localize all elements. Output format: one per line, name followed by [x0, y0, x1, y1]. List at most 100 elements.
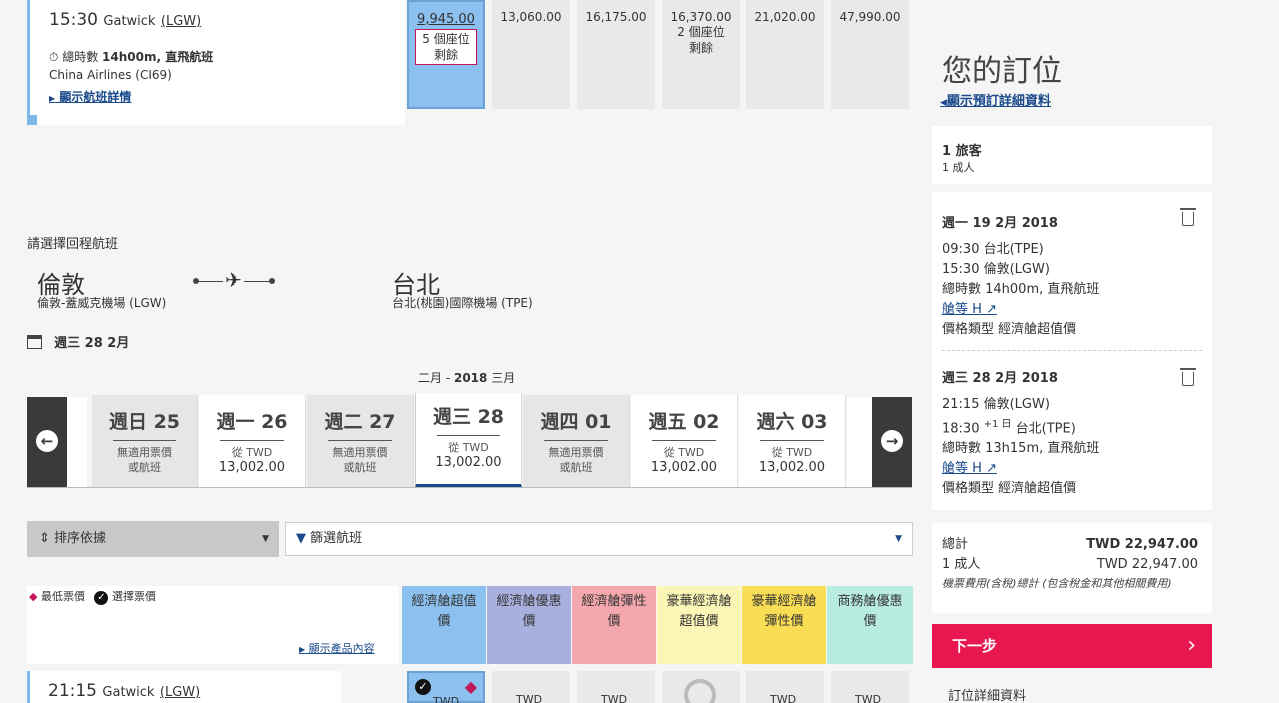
return-fare-cell-6[interactable]: TWD — [831, 671, 909, 703]
leg2-fare-type: 價格類型 經濟艙超值價 — [942, 481, 1077, 497]
fare-column-economy-flex: 經濟艙彈性價 — [572, 586, 656, 664]
passenger-summary: 1 旅客 1 成人 — [932, 126, 1212, 184]
return-depart-code: (LGW) — [159, 685, 201, 700]
leg1-fare-type: 價格類型 經濟艙超值價 — [942, 322, 1077, 337]
return-depart-time: 21:15 — [48, 681, 97, 701]
sort-icon: ⇕ — [39, 531, 50, 546]
outbound-duration-label: 總時數 — [62, 50, 99, 64]
outbound-arrive-airport: Gatwick — [103, 14, 156, 29]
date-tab-sat-03[interactable]: 週六 03 從 TWD 13,002.00 — [739, 395, 846, 487]
booking-title: 您的訂位 — [942, 54, 1062, 89]
date-tab-sun-25[interactable]: 週日 25 無適用票價 或航班 — [92, 395, 198, 487]
show-flight-details-link[interactable]: ▶ 顯示航班詳情 — [49, 88, 131, 105]
outbound-flight-card: 15:30 Gatwick (LGW) ⏱ 總時數 14h00m, 直飛航班 C… — [27, 0, 405, 125]
tag-icon: ◆ — [464, 677, 477, 696]
fare-price: 16,175.00 — [585, 10, 647, 24]
outbound-fare-cell-5[interactable]: 21,020.00 — [746, 0, 824, 109]
leg1-arrive: 15:30 倫敦(LGW) — [942, 262, 1050, 277]
leg2-depart: 21:15 倫敦(LGW) — [942, 397, 1050, 412]
sort-dropdown[interactable]: ⇕ 排序依據 ▼ — [27, 521, 279, 557]
arrow-left-icon: ← — [36, 430, 58, 452]
unavailable-icon — [684, 679, 716, 703]
tag-icon: ◆ — [29, 590, 38, 603]
outbound-fare-cell-2[interactable]: 13,060.00 — [492, 0, 570, 109]
leg1-duration: 總時數 14h00m, 直飛航班 — [942, 282, 1100, 297]
return-depart-row: 21:15 Gatwick (LGW) — [48, 681, 200, 701]
outbound-arrive-row: 15:30 Gatwick (LGW) — [49, 10, 201, 30]
outbound-duration-row: ⏱ 總時數 14h00m, 直飛航班 — [49, 48, 213, 65]
external-link-icon: ↗ — [986, 302, 997, 317]
outbound-fare-cell-6[interactable]: 47,990.00 — [831, 0, 909, 109]
check-circle-icon: ✓ — [415, 679, 431, 695]
return-flight-card[interactable]: 21:15 Gatwick (LGW) — [27, 671, 341, 703]
outbound-fare-cell-4[interactable]: 16,370.00 2 個座位剩餘 — [662, 0, 740, 109]
return-fare-cell-3[interactable]: TWD — [577, 671, 655, 703]
leg-divider — [942, 350, 1202, 351]
trash-icon[interactable] — [1180, 208, 1196, 226]
arrow-right-icon: → — [881, 430, 903, 452]
external-link-icon: ↗ — [986, 461, 997, 477]
fare-price: 13,060.00 — [500, 10, 562, 24]
return-date: 週三 28 2月 — [54, 336, 130, 351]
show-product-details-link[interactable]: ▶ 顯示產品內容 — [299, 640, 375, 656]
date-tab-mon-26[interactable]: 週一 26 從 TWD 13,002.00 — [199, 395, 306, 487]
month-range: 二月 - 2018 三月 — [418, 371, 516, 385]
filter-dropdown[interactable]: ▼ 篩選航班 ▼ — [285, 522, 913, 556]
carousel-divider — [27, 487, 912, 488]
leg2-date: 週三 28 2月 2018 — [942, 371, 1058, 386]
leg1-cabin-link[interactable]: 艙等 H ↗ — [942, 300, 1202, 320]
fare-price: 21,020.00 — [754, 10, 816, 24]
carousel-edge-right — [847, 397, 872, 487]
leg2-arrive: 18:30 +1 日 台北(TPE) — [942, 419, 1076, 437]
return-fare-cell-1[interactable]: ✓ ◆ TWD — [407, 671, 485, 703]
chevron-right-icon: › — [1187, 633, 1196, 658]
outbound-fare-cell-3[interactable]: 16,175.00 — [577, 0, 655, 109]
carousel-edge-left — [67, 397, 87, 487]
fare-column-premium-saver: 豪華經濟艙 超值價 — [657, 586, 741, 664]
next-step-button[interactable]: 下一步 › — [932, 624, 1212, 668]
seats-left-note: 2 個座位剩餘 — [677, 25, 725, 55]
outbound-airline: China Airlines (CI69) — [49, 68, 172, 82]
fare-column-economy-discount: 經濟艙優惠價 — [487, 586, 571, 664]
leg2-cabin-link[interactable]: 艙等 H ↗ — [942, 459, 1202, 479]
outbound-duration: 14h00m, 直飛航班 — [102, 50, 214, 64]
outbound-arrive-code: (LGW) — [160, 14, 202, 29]
carousel-next-button[interactable]: → — [872, 397, 912, 487]
total-label: 總計 — [942, 537, 969, 552]
fare-column-business-discount: 商務艙優惠價 — [827, 586, 913, 664]
fare-column-economy-saver: 經濟艙超值價 — [402, 586, 486, 664]
chevron-down-icon: ▼ — [895, 534, 902, 544]
adult-value: TWD 22,947.00 — [1096, 557, 1198, 572]
caret-left-icon: ◀ — [940, 98, 947, 108]
legend-row: ◆ 最低票價 ✓ 選擇票價 — [29, 590, 156, 605]
trash-icon[interactable] — [1180, 368, 1196, 386]
show-booking-details-link[interactable]: ◀顯示預訂詳細資料 — [940, 90, 1051, 109]
card-accent-bar — [27, 0, 35, 118]
return-fare-cell-4-unavailable — [662, 671, 740, 703]
airplane-icon: ✈ — [223, 268, 244, 292]
caret-right-icon: ▶ — [299, 645, 306, 654]
outbound-arrive-time: 15:30 — [49, 10, 98, 30]
fare-price: 16,370.00 — [670, 10, 732, 24]
adult-label: 1 成人 — [942, 557, 981, 572]
return-date-row: 週三 28 2月 — [27, 332, 129, 351]
date-tab-fri-02[interactable]: 週五 02 從 TWD 13,002.00 — [631, 395, 738, 487]
fare-column-premium-flex: 豪華經濟艙 彈性價 — [742, 586, 826, 664]
carousel-prev-button[interactable]: ← — [27, 397, 67, 487]
leg2-duration: 總時數 13h15m, 直飛航班 — [942, 441, 1100, 457]
tax-note: 機票費用(含稅)總計 (包含稅金和其他相關費用) — [942, 577, 1172, 590]
leg1-date: 週一 19 2月 2018 — [942, 216, 1058, 231]
chevron-down-icon: ▼ — [262, 534, 269, 544]
date-tab-wed-28-selected[interactable]: 週三 28 從 TWD 13,002.00 — [415, 393, 522, 488]
calendar-icon — [27, 335, 42, 349]
filter-icon: ▼ — [296, 531, 306, 546]
date-tab-tue-27[interactable]: 週二 27 無適用票價 或航班 — [307, 395, 414, 487]
total-summary: 總計 TWD 22,947.00 1 成人 TWD 22,947.00 機票費用… — [932, 523, 1212, 613]
outbound-fare-cell-1[interactable]: 9,945.00 5 個座位剩餘 — [407, 0, 485, 109]
itinerary-summary: 週一 19 2月 2018 09:30 台北(TPE) 15:30 倫敦(LGW… — [932, 192, 1212, 510]
stopwatch-icon: ⏱ — [49, 50, 59, 64]
leg1-depart: 09:30 台北(TPE) — [942, 242, 1044, 257]
return-fare-cell-2[interactable]: TWD — [492, 671, 570, 703]
date-tab-thu-01[interactable]: 週四 01 無適用票價 或航班 — [523, 395, 630, 487]
return-fare-cell-5[interactable]: TWD — [746, 671, 824, 703]
